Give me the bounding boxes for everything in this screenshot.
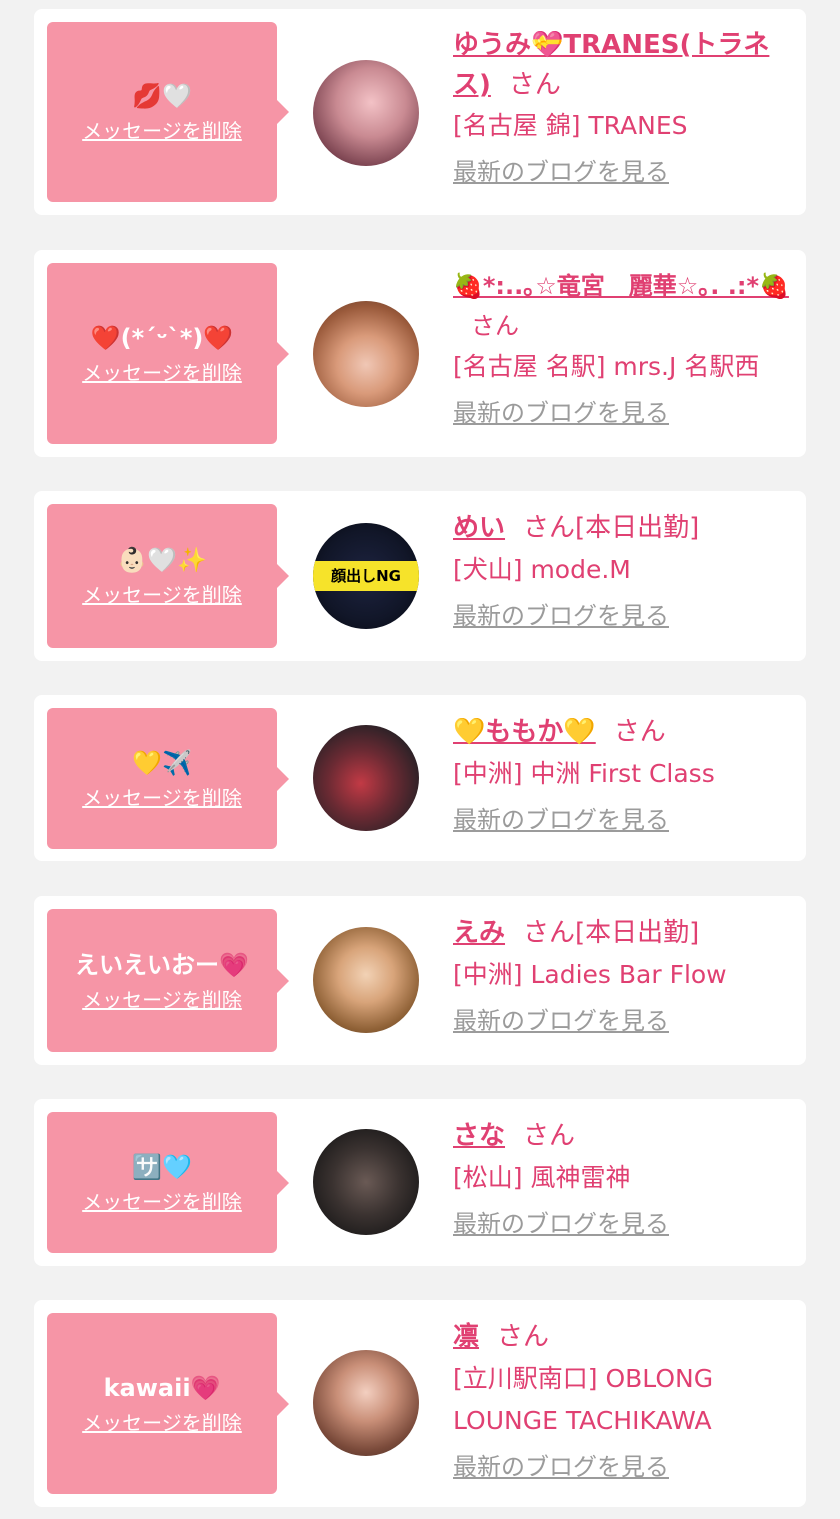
name-line: えみ さん[本日出勤] [453, 912, 792, 954]
delete-message-link[interactable]: メッセージを削除 [82, 361, 242, 385]
message-bubble: kawaii💗 メッセージを削除 [47, 1313, 289, 1494]
name-line: めい さん[本日出勤] [453, 507, 792, 549]
name-line: 💛ももか💛 さん [453, 711, 792, 753]
latest-blog-link[interactable]: 最新のブログを見る [453, 805, 669, 835]
profile-info: 凛さん [立川駅南口] OBLONG LOUNGE TACHIKAWA 最新のブ… [453, 1316, 792, 1482]
list-item: 👶🏻🤍✨ メッセージを削除 顔出しNG めい さん[本日出勤] [犬山] mode… [34, 491, 806, 661]
profile-info: 🍓*:..｡☆竜宮 麗華☆｡. .:*🍓 さん [名古屋 名駅] mrs.J 名駅… [453, 266, 792, 428]
message-bubble: 💛✈️ メッセージを削除 [47, 708, 289, 849]
latest-blog-link[interactable]: 最新のブログを見る [453, 601, 669, 631]
message-bubble: えいえいおー💗 メッセージを削除 [47, 909, 289, 1052]
latest-blog-link[interactable]: 最新のブログを見る [453, 1209, 669, 1239]
list-item: 🈂️🩵 メッセージを削除 さな さん [松山] 風神雷神 最新のブログを見る [34, 1099, 806, 1266]
shop-label: [名古屋 名駅] mrs.J 名駅西 [453, 352, 760, 381]
list-item: 💋🤍 メッセージを削除 ゆうみ💝TRANES(トラネス) さん [名古屋 錦] T… [34, 9, 806, 215]
shop-label: [中洲] Ladies Bar Flow [453, 960, 727, 989]
name-line: ゆうみ💝TRANES(トラネス) さん [453, 25, 792, 105]
name-line: 凛さん [453, 1316, 792, 1358]
avatar[interactable]: 顔出しNG [313, 523, 419, 629]
profile-info: えみ さん[本日出勤] [中洲] Ladies Bar Flow 最新のブログを見… [453, 912, 792, 1036]
delete-message-link[interactable]: メッセージを削除 [82, 786, 242, 810]
shop-label: [中洲] 中洲 First Class [453, 759, 715, 788]
avatar[interactable] [313, 301, 419, 407]
delete-message-link[interactable]: メッセージを削除 [82, 119, 242, 143]
message-text: ❤️(*´ᵕ`*)❤️ [90, 323, 234, 352]
message-bubble: 🈂️🩵 メッセージを削除 [47, 1112, 289, 1253]
shop-label: [立川駅南口] OBLONG LOUNGE TACHIKAWA [453, 1364, 714, 1435]
profile-name-link[interactable]: 凛 [453, 1322, 479, 1352]
delete-message-link[interactable]: メッセージを削除 [82, 583, 242, 607]
delete-message-link[interactable]: メッセージを削除 [82, 1190, 242, 1214]
list-item: kawaii💗 メッセージを削除 凛さん [立川駅南口] OBLONG LOUN… [34, 1300, 806, 1507]
delete-message-link[interactable]: メッセージを削除 [82, 1411, 242, 1435]
profile-info: さな さん [松山] 風神雷神 最新のブログを見る [453, 1115, 792, 1239]
status-badge: [本日出勤] [575, 918, 700, 948]
profile-name-link[interactable]: 🍓*:..｡☆竜宮 麗華☆｡. .:*🍓 [453, 272, 789, 300]
honorific: さん [497, 1322, 550, 1352]
name-line: さな さん [453, 1115, 792, 1157]
profile-name-link[interactable]: ゆうみ💝TRANES(トラネス) [453, 30, 769, 100]
message-bubble: ❤️(*´ᵕ`*)❤️ メッセージを削除 [47, 263, 289, 444]
message-text: 💛✈️ [132, 748, 192, 777]
name-line: 🍓*:..｡☆竜宮 麗華☆｡. .:*🍓 さん [453, 266, 792, 346]
message-text: 💋🤍 [132, 82, 192, 110]
message-text: 👶🏻🤍✨ [117, 546, 207, 574]
latest-blog-link[interactable]: 最新のブログを見る [453, 1452, 669, 1482]
profile-name-link[interactable]: えみ [453, 918, 505, 948]
message-bubble: 👶🏻🤍✨ メッセージを削除 [47, 504, 289, 648]
latest-blog-link[interactable]: 最新のブログを見る [453, 398, 669, 428]
message-bubble: 💋🤍 メッセージを削除 [47, 22, 289, 202]
honorific: さん [523, 918, 576, 948]
list-item: えいえいおー💗 メッセージを削除 えみ さん[本日出勤] [中洲] Ladies … [34, 896, 806, 1065]
profile-info: めい さん[本日出勤] [犬山] mode.M 最新のブログを見る [453, 507, 792, 631]
avatar[interactable] [313, 725, 419, 831]
shop-label: [名古屋 錦] TRANES [453, 111, 688, 140]
latest-blog-link[interactable]: 最新のブログを見る [453, 157, 669, 187]
profile-info: 💛ももか💛 さん [中洲] 中洲 First Class 最新のブログを見る [453, 711, 792, 835]
shop-label: [松山] 風神雷神 [453, 1163, 631, 1192]
latest-blog-link[interactable]: 最新のブログを見る [453, 1006, 669, 1036]
profile-info: ゆうみ💝TRANES(トラネス) さん [名古屋 錦] TRANES 最新のブログ… [453, 25, 792, 187]
message-text: kawaii💗 [103, 1373, 221, 1402]
profile-name-link[interactable]: めい [453, 513, 505, 543]
honorific: さん [523, 1121, 576, 1151]
avatar[interactable] [313, 1129, 419, 1235]
avatar[interactable] [313, 927, 419, 1033]
profile-name-link[interactable]: さな [453, 1121, 505, 1151]
shop-label: [犬山] mode.M [453, 555, 631, 584]
avatar[interactable] [313, 60, 419, 166]
message-text: 🈂️🩵 [132, 1152, 192, 1181]
favorites-list: 💋🤍 メッセージを削除 ゆうみ💝TRANES(トラネス) さん [名古屋 錦] T… [0, 0, 840, 1519]
delete-message-link[interactable]: メッセージを削除 [82, 988, 242, 1012]
avatar[interactable] [313, 1350, 419, 1456]
profile-name-link[interactable]: 💛ももか💛 [453, 717, 596, 747]
honorific: さん [471, 312, 519, 340]
face-hidden-label: 顔出しNG [313, 561, 419, 591]
list-item: ❤️(*´ᵕ`*)❤️ メッセージを削除 🍓*:..｡☆竜宮 麗華☆｡. .:*… [34, 250, 806, 457]
honorific: さん [613, 717, 666, 747]
status-badge: [本日出勤] [575, 513, 700, 543]
honorific: さん [523, 513, 576, 543]
honorific: さん [508, 70, 561, 100]
message-text: えいえいおー💗 [75, 950, 249, 979]
list-item: 💛✈️ メッセージを削除 💛ももか💛 さん [中洲] 中洲 First Class… [34, 695, 806, 861]
